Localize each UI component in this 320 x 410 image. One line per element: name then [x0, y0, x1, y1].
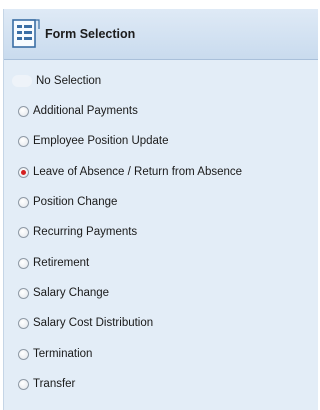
option-label: Salary Change: [33, 287, 110, 299]
option-retirement[interactable]: Retirement: [4, 252, 89, 274]
option-recurring-payments[interactable]: Recurring Payments: [4, 221, 137, 243]
panel-header: Form Selection: [4, 9, 318, 60]
option-transfer[interactable]: Transfer: [4, 373, 75, 395]
radio-termination[interactable]: [18, 348, 29, 360]
option-leave-of-absence[interactable]: Leave of Absence / Return from Absence: [4, 161, 242, 183]
option-label: Salary Cost Distribution: [33, 317, 154, 329]
form-list-icon: [11, 19, 41, 49]
option-employee-position-update[interactable]: Employee Position Update: [4, 130, 169, 152]
option-label: Retirement: [33, 257, 90, 269]
option-salary-cost-distribution[interactable]: Salary Cost Distribution: [4, 312, 153, 334]
radio-employee-position-update[interactable]: [18, 135, 29, 147]
radio-additional-payments[interactable]: [18, 105, 29, 117]
radio-retirement[interactable]: [18, 257, 29, 269]
option-additional-payments[interactable]: Additional Payments: [4, 100, 138, 122]
radio-salary-change[interactable]: [18, 287, 29, 299]
radio-leave-of-absence[interactable]: [18, 166, 29, 178]
radio-transfer[interactable]: [18, 378, 29, 390]
option-label: Employee Position Update: [33, 135, 169, 147]
option-label: No Selection: [36, 75, 102, 87]
option-label: Leave of Absence / Return from Absence: [33, 166, 243, 178]
option-position-change[interactable]: Position Change: [4, 191, 117, 213]
option-no-selection[interactable]: No Selection: [4, 70, 101, 92]
option-termination[interactable]: Termination: [4, 343, 92, 365]
radio-position-change[interactable]: [18, 196, 29, 208]
option-label: Transfer: [33, 378, 76, 390]
option-label: Position Change: [33, 196, 118, 208]
option-salary-change[interactable]: Salary Change: [4, 282, 109, 304]
option-label: Additional Payments: [33, 105, 138, 117]
radio-no-selection[interactable]: [12, 75, 32, 87]
radio-recurring-payments[interactable]: [18, 226, 29, 238]
form-selection-panel: Form Selection No Selection Additional P…: [3, 9, 318, 410]
option-label: Termination: [33, 348, 93, 360]
option-label: Recurring Payments: [33, 226, 138, 238]
panel-title: Form Selection: [45, 27, 136, 41]
radio-salary-cost-distribution[interactable]: [18, 317, 29, 329]
